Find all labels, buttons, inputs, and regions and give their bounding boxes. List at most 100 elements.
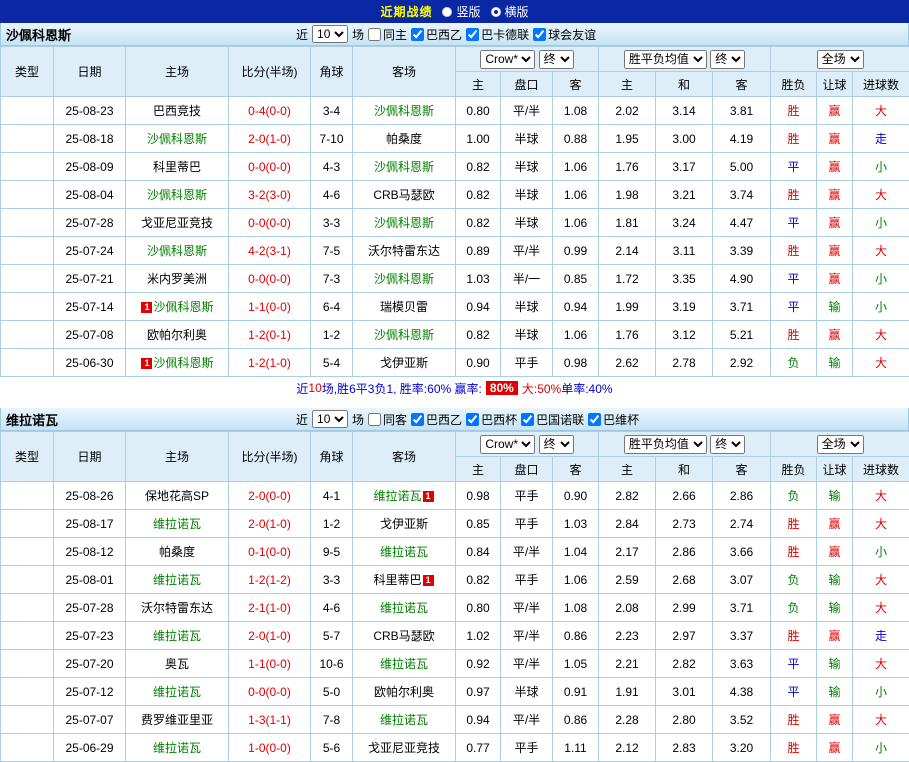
team-link[interactable]: 沙佩科恩斯 <box>374 216 434 230</box>
odds-group-header: Crow* 终 <box>456 432 599 457</box>
team-link[interactable]: 戈亚尼亚竞技 <box>141 216 213 230</box>
score-cell: 2-0(1-0) <box>229 622 311 650</box>
goals-result-cell: 小 <box>853 153 909 181</box>
view-option-horizontal[interactable]: 横版 <box>491 3 529 20</box>
league-filter-1[interactable]: 巴西乙 <box>411 26 462 43</box>
team-link[interactable]: 维拉诺瓦 <box>380 657 428 671</box>
league-filter-2[interactable]: 巴西杯 <box>466 411 517 428</box>
team-link[interactable]: 费罗维亚里亚 <box>141 713 213 727</box>
league-filter-0[interactable]: 同客 <box>368 411 407 428</box>
avg-draw-cell: 3.24 <box>656 209 713 237</box>
avg-win-cell: 2.08 <box>599 594 656 622</box>
team-link[interactable]: 沙佩科恩斯 <box>374 328 434 342</box>
team-link[interactable]: 欧帕尔利奥 <box>374 685 434 699</box>
league-filter-checkbox[interactable] <box>411 413 424 426</box>
team-link[interactable]: 戈伊亚斯 <box>380 517 428 531</box>
team-link[interactable]: 戈伊亚斯 <box>380 356 428 370</box>
league-filter-checkbox[interactable] <box>368 413 381 426</box>
avg-type-select[interactable]: 胜平负均值 <box>624 50 707 69</box>
avg-draw-cell: 2.73 <box>656 510 713 538</box>
league-filter-checkbox[interactable] <box>368 28 381 41</box>
handicap-result-cell: 赢 <box>817 510 853 538</box>
radio-checked-icon[interactable] <box>491 7 501 17</box>
league-filter-checkbox[interactable] <box>588 413 601 426</box>
team-link[interactable]: 欧帕尔利奥 <box>147 328 207 342</box>
team-link[interactable]: 沙佩科恩斯 <box>374 160 434 174</box>
team-link[interactable]: 维拉诺瓦 <box>153 517 201 531</box>
goals-result-cell: 大 <box>853 650 909 678</box>
bookmaker-select[interactable]: Crow* <box>480 50 535 69</box>
scope-select[interactable]: 全场 <box>817 435 864 454</box>
league-filter-checkbox[interactable] <box>466 413 479 426</box>
odds-home-cell: 1.00 <box>456 125 501 153</box>
team-link[interactable]: 沙佩科恩斯 <box>374 272 434 286</box>
league-filter-checkbox[interactable] <box>533 28 546 41</box>
team-link[interactable]: 沙佩科恩斯 <box>147 132 207 146</box>
handicap-result-cell: 赢 <box>817 125 853 153</box>
match-row: 巴西乙25-07-23维拉诺瓦2-0(1-0)5-7CRB马瑟欧1.02平/半0… <box>1 622 909 650</box>
team-link[interactable]: 科里蒂巴 <box>373 573 421 587</box>
league-cell: 巴西乙 <box>1 153 54 181</box>
team-link[interactable]: 巴西竞技 <box>153 104 201 118</box>
match-count-select[interactable]: 10 <box>312 25 348 43</box>
score-cell: 1-1(0-0) <box>229 650 311 678</box>
date-cell: 25-07-07 <box>54 706 126 734</box>
team-link[interactable]: 沃尔特雷东达 <box>368 244 440 258</box>
handicap-cell: 半球 <box>501 125 553 153</box>
team-link[interactable]: 沙佩科恩斯 <box>374 104 434 118</box>
avg-type-select[interactable]: 胜平负均值 <box>624 435 707 454</box>
team-link[interactable]: 沙佩科恩斯 <box>147 244 207 258</box>
team-link[interactable]: 维拉诺瓦 <box>380 601 428 615</box>
odds-group-header: Crow* 终 <box>456 47 599 72</box>
match-count-select[interactable]: 10 <box>312 410 348 428</box>
odds-stage-select[interactable]: 终 <box>539 435 574 454</box>
league-filter-checkbox[interactable] <box>521 413 534 426</box>
scope-select[interactable]: 全场 <box>817 50 864 69</box>
team-link[interactable]: 沙佩科恩斯 <box>153 300 213 314</box>
league-filter-3[interactable]: 球会友谊 <box>533 26 596 43</box>
team-link[interactable]: 维拉诺瓦 <box>153 685 201 699</box>
col-corner: 角球 <box>311 432 353 482</box>
team-link[interactable]: 维拉诺瓦 <box>373 489 421 503</box>
handicap-cell: 半球 <box>501 678 553 706</box>
odds-home-cell: 0.82 <box>456 566 501 594</box>
team-link[interactable]: 维拉诺瓦 <box>153 573 201 587</box>
league-filter-checkbox[interactable] <box>411 28 424 41</box>
wdl-result-cell: 胜 <box>771 97 817 125</box>
team-link[interactable]: 瑞模贝雷 <box>380 300 428 314</box>
bookmaker-select[interactable]: Crow* <box>480 435 535 454</box>
team-link[interactable]: 奥瓦 <box>165 657 189 671</box>
view-option-vertical[interactable]: 竖版 <box>442 3 480 20</box>
team-link[interactable]: 戈亚尼亚竞技 <box>368 741 440 755</box>
team-link[interactable]: 科里蒂巴 <box>153 160 201 174</box>
league-filter-checkbox[interactable] <box>466 28 479 41</box>
team-link[interactable]: CRB马瑟欧 <box>373 188 434 202</box>
subcol-7: 让球 <box>817 72 853 97</box>
league-cell: 巴西乙 <box>1 209 54 237</box>
odds-stage-select[interactable]: 终 <box>539 50 574 69</box>
avg-draw-cell: 3.14 <box>656 97 713 125</box>
team-link[interactable]: 帕桑度 <box>159 545 195 559</box>
league-filter-1[interactable]: 巴西乙 <box>411 411 462 428</box>
team-link[interactable]: 维拉诺瓦 <box>153 741 201 755</box>
handicap-cell: 平手 <box>501 566 553 594</box>
league-cell: 巴西乙 <box>1 321 54 349</box>
league-filter-2[interactable]: 巴卡德联 <box>466 26 529 43</box>
league-filter-4[interactable]: 巴维杯 <box>588 411 639 428</box>
team-link[interactable]: CRB马瑟欧 <box>373 629 434 643</box>
league-filter-0[interactable]: 同主 <box>368 26 407 43</box>
league-filter-3[interactable]: 巴国诺联 <box>521 411 584 428</box>
team-link[interactable]: 帕桑度 <box>386 132 422 146</box>
team-link[interactable]: 维拉诺瓦 <box>380 545 428 559</box>
league-filter-label: 球会友谊 <box>548 26 596 43</box>
team-link[interactable]: 维拉诺瓦 <box>153 629 201 643</box>
avg-stage-select[interactable]: 终 <box>710 50 745 69</box>
avg-stage-select[interactable]: 终 <box>710 435 745 454</box>
radio-unchecked-icon[interactable] <box>442 7 452 17</box>
team-link[interactable]: 沙佩科恩斯 <box>153 356 213 370</box>
team-link[interactable]: 维拉诺瓦 <box>380 713 428 727</box>
team-link[interactable]: 沙佩科恩斯 <box>147 188 207 202</box>
team-link[interactable]: 沃尔特雷东达 <box>141 601 213 615</box>
team-link[interactable]: 米内罗美洲 <box>147 272 207 286</box>
team-link[interactable]: 保地花高SP <box>145 489 209 503</box>
